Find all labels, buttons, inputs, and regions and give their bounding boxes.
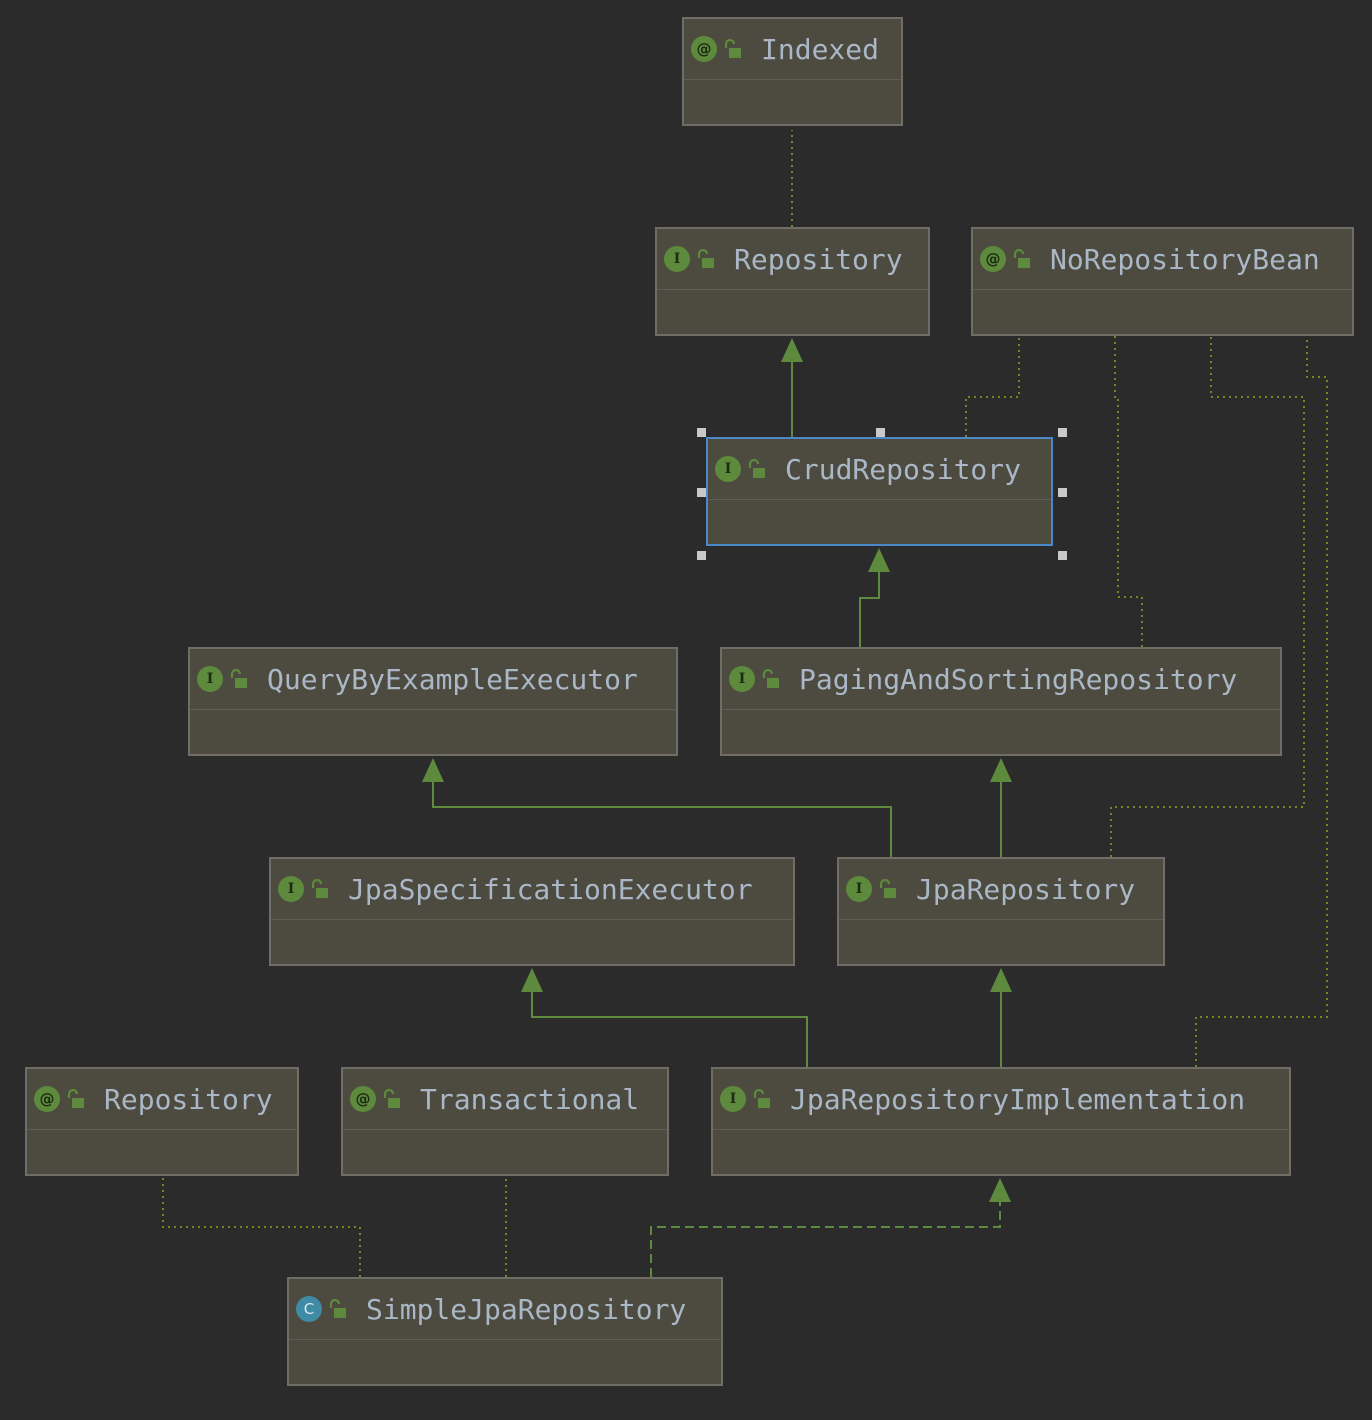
node-header: C SimpleJpaRepository [289,1279,721,1340]
interface-badge-icon: I [729,666,755,692]
node-name: QueryByExampleExecutor [267,662,638,696]
public-lock-icon [877,878,899,900]
node-repository-annotation[interactable]: @ Repository [25,1067,299,1176]
interface-badge-icon: I [664,246,690,272]
interface-badge-icon: I [715,456,741,482]
node-header: I JpaRepositoryImplementation [713,1069,1289,1130]
node-jpa-specification-executor[interactable]: I JpaSpecificationExecutor [269,857,795,966]
node-no-repository-bean[interactable]: @ NoRepositoryBean [971,227,1354,336]
node-name: NoRepositoryBean [1050,242,1320,276]
public-lock-icon [381,1088,403,1110]
node-header: I JpaSpecificationExecutor [271,859,793,920]
uml-diagram-canvas[interactable]: @ Indexed I Repository @ NoRepositoryBean I Cru… [0,0,1372,1420]
node-header: I PagingAndSortingRepository [722,649,1280,710]
interface-badge-icon: I [720,1086,746,1112]
node-name: Repository [734,242,903,276]
annotation-badge-icon: @ [691,36,717,62]
node-name: Transactional [420,1082,640,1116]
node-name: JpaRepository [916,872,1136,906]
node-name: SimpleJpaRepository [366,1292,687,1326]
public-lock-icon [746,458,768,480]
resize-handle-nw[interactable] [697,428,706,437]
node-transactional[interactable]: @ Transactional [341,1067,669,1176]
node-paging-and-sorting-repository[interactable]: I PagingAndSortingRepository [720,647,1282,756]
node-header: I Repository [657,229,928,290]
resize-handle-n[interactable] [875,428,885,437]
node-name: JpaSpecificationExecutor [348,872,753,906]
public-lock-icon [751,1088,773,1110]
node-header: @ Transactional [343,1069,667,1130]
edge-implements-simple-jpa-repository-to-jpa-repository-implementation[interactable] [650,1180,1001,1277]
inheritance-arrowhead [422,758,444,782]
edge-annotated-jpa-repository-to-no-repository-bean[interactable] [1110,336,1305,857]
inheritance-arrowhead [521,968,543,992]
resize-handle-se[interactable] [1058,551,1067,560]
node-header: @ Repository [27,1069,297,1130]
node-header: @ NoRepositoryBean [973,229,1352,290]
node-query-by-example-executor[interactable]: I QueryByExampleExecutor [188,647,678,756]
annotation-badge-icon: @ [350,1086,376,1112]
edge-annotated-simple-jpa-repository-to-repository-annotation[interactable] [162,1176,361,1277]
edge-extends-jpa-repository-implementation-to-jpa-specification-executor[interactable] [531,970,808,1067]
inheritance-arrowhead [868,548,890,572]
inheritance-arrowhead [990,758,1012,782]
node-simple-jpa-repository[interactable]: C SimpleJpaRepository [287,1277,723,1386]
public-lock-icon [722,38,744,60]
public-lock-icon [65,1088,87,1110]
node-header: I QueryByExampleExecutor [190,649,676,710]
node-repository[interactable]: I Repository [655,227,930,336]
interface-badge-icon: I [197,666,223,692]
resize-handle-e[interactable] [1058,487,1067,497]
node-name: PagingAndSortingRepository [799,662,1238,696]
node-header: I CrudRepository [708,439,1051,500]
node-header: @ Indexed [684,19,901,80]
node-indexed[interactable]: @ Indexed [682,17,903,126]
inheritance-arrowhead [990,968,1012,992]
resize-handle-w[interactable] [697,487,706,497]
edge-annotated-crud-repository-to-no-repository-bean[interactable] [965,336,1020,437]
public-lock-icon [309,878,331,900]
public-lock-icon [1011,248,1033,270]
annotation-badge-icon: @ [980,246,1006,272]
node-jpa-repository-implementation[interactable]: I JpaRepositoryImplementation [711,1067,1291,1176]
public-lock-icon [327,1298,349,1320]
class-badge-icon: C [296,1296,322,1322]
node-name: CrudRepository [785,452,1022,486]
public-lock-icon [228,668,250,690]
resize-handle-ne[interactable] [1058,428,1067,437]
node-name: JpaRepositoryImplementation [790,1082,1246,1116]
node-header: I JpaRepository [839,859,1163,920]
node-name: Indexed [761,32,880,66]
inheritance-arrowhead [781,338,803,362]
public-lock-icon [695,248,717,270]
interface-badge-icon: I [846,876,872,902]
public-lock-icon [760,668,782,690]
node-name: Repository [104,1082,273,1116]
edge-extends-jpa-repository-to-query-by-example-executor[interactable] [432,760,892,857]
annotation-badge-icon: @ [34,1086,60,1112]
resize-handle-sw[interactable] [697,551,706,560]
interface-badge-icon: I [278,876,304,902]
node-crud-repository[interactable]: I CrudRepository [706,437,1053,546]
edge-annotated-paging-and-sorting-repository-to-no-repository-bean[interactable] [1114,336,1143,647]
inheritance-arrowhead [989,1178,1011,1202]
node-jpa-repository[interactable]: I JpaRepository [837,857,1165,966]
